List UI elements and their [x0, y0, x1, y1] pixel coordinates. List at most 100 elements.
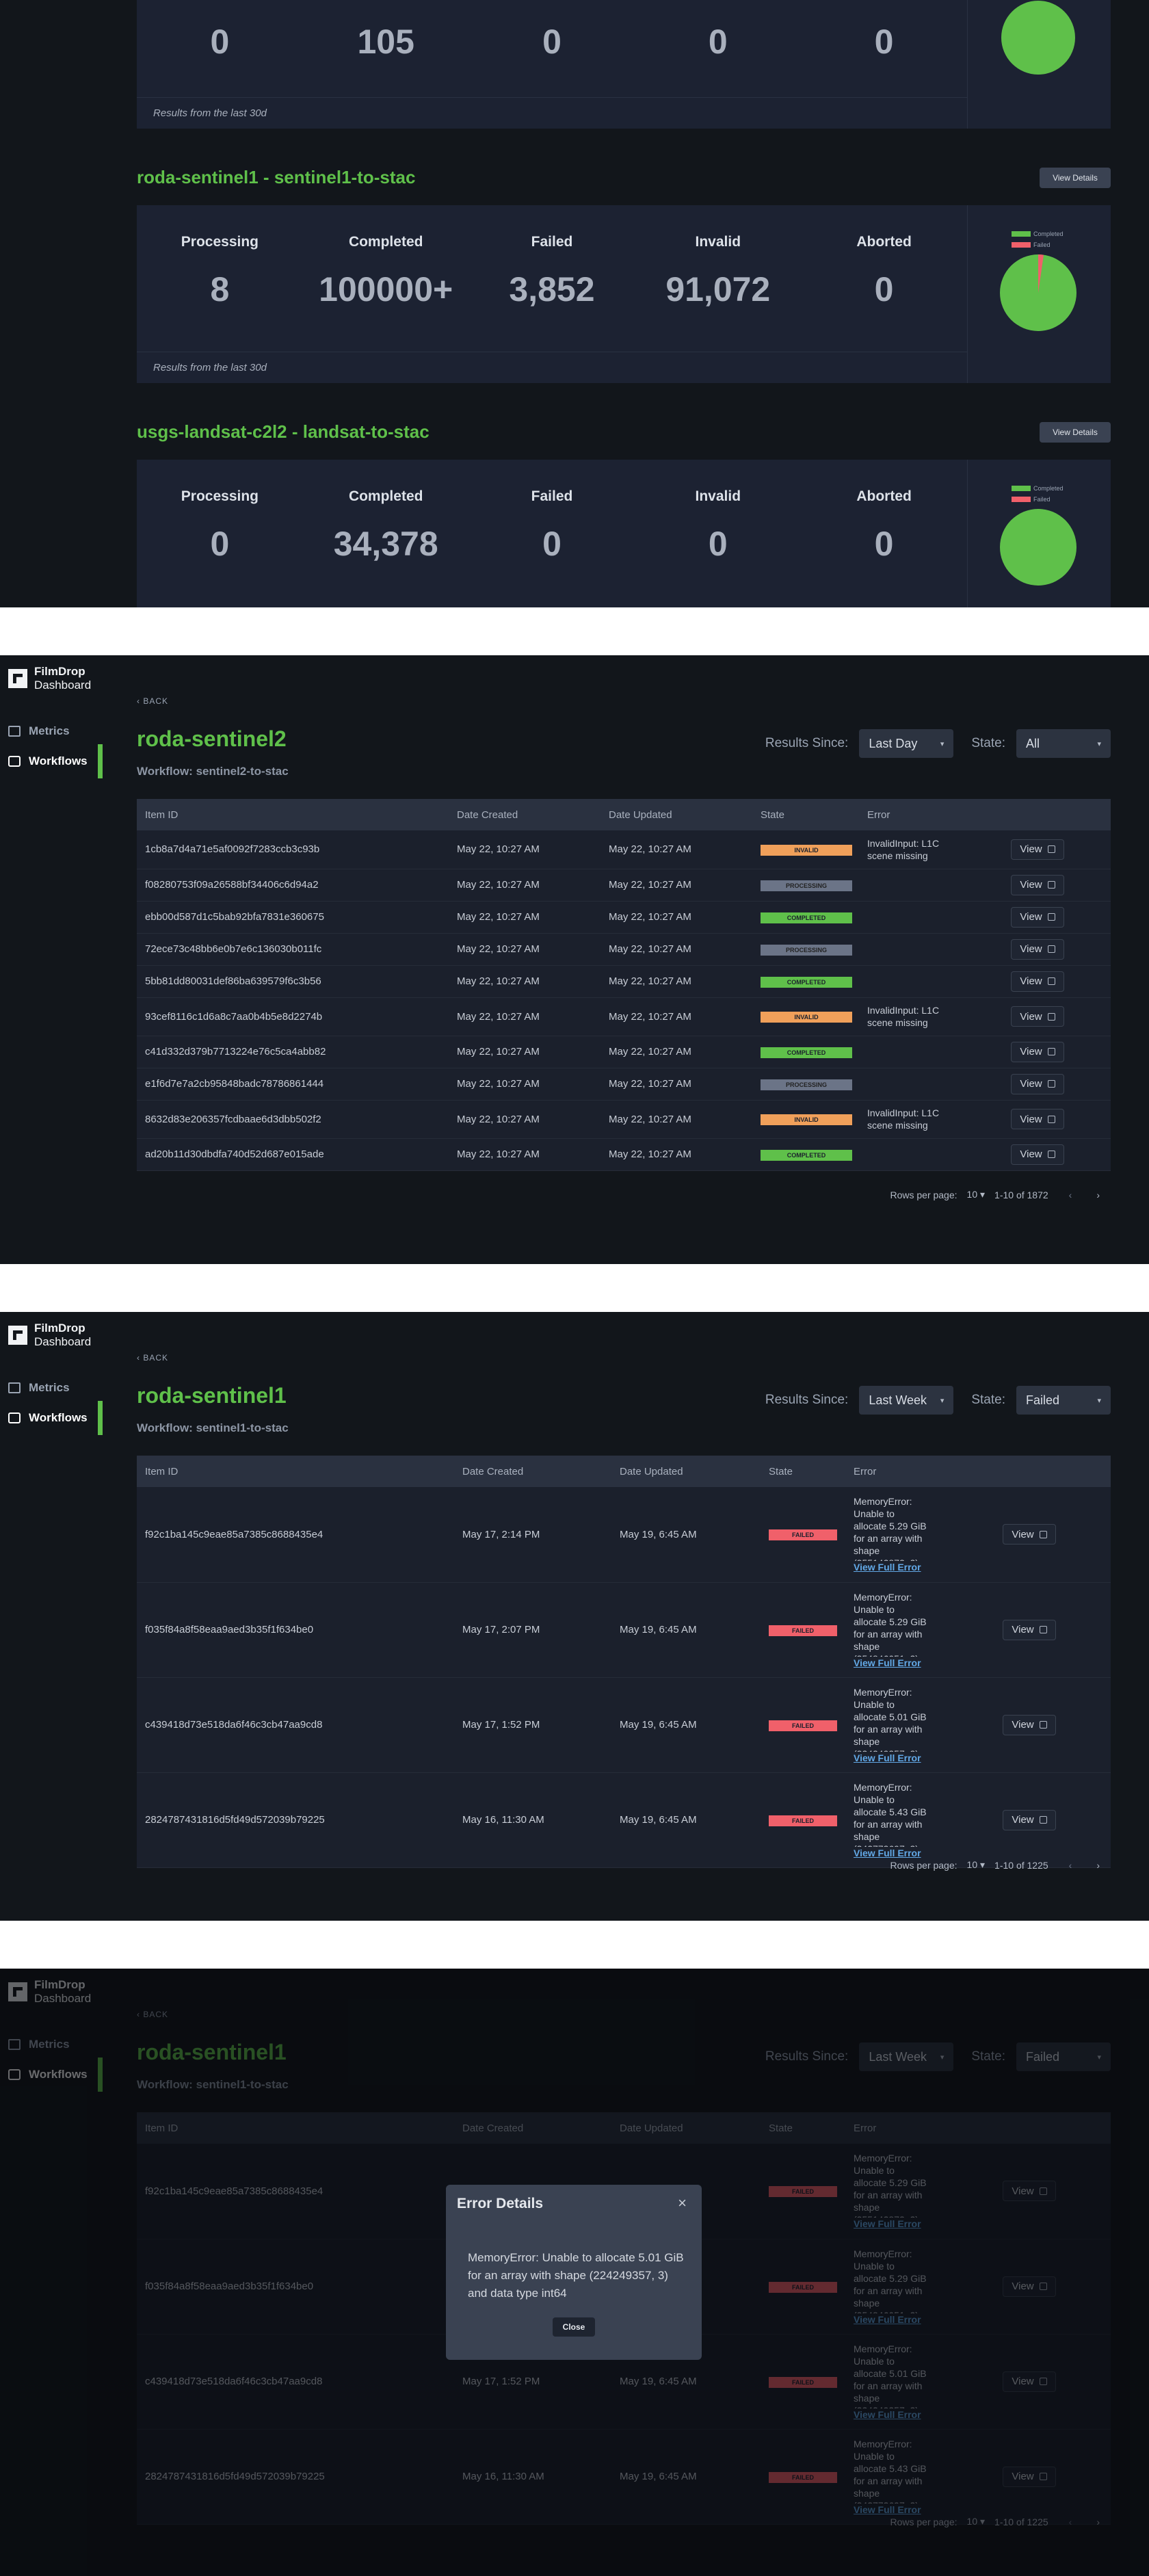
actions-cell: View [1003, 997, 1111, 1036]
table-row[interactable]: 72ece73c48bb6e0b7e6c136030b011fc May 22, … [137, 933, 1111, 966]
brand-sub: Dashboard [34, 1335, 92, 1348]
table-row[interactable]: 1cb8a7d4a71e5af0092f7283ccb3c93b May 22, … [137, 830, 1111, 869]
view-button[interactable]: View [1011, 874, 1064, 895]
view-button[interactable]: View [1011, 938, 1064, 960]
chevron-left-icon[interactable]: ‹ [1069, 1860, 1072, 1871]
rows-per-page-select[interactable]: 10 ▾ [967, 1859, 986, 1871]
error-cell: MemoryError: Unable to allocate 5.01 GiB… [845, 1677, 994, 1773]
view-button[interactable]: View [1003, 1714, 1056, 1735]
open-external-icon [1047, 881, 1055, 889]
item-id: 1cb8a7d4a71e5af0092f7283ccb3c93b [137, 830, 449, 869]
error-cell [859, 1138, 1003, 1171]
error-cell: MemoryError: Unable to allocate 5.29 GiB… [845, 1582, 994, 1678]
table-row[interactable]: f92c1ba145c9eae85a7385c8688435e4May 17, … [137, 1487, 1111, 1583]
view-button[interactable]: View [1011, 906, 1064, 928]
logo[interactable]: FilmDropDashboard [8, 665, 91, 692]
table-row[interactable]: 5bb81dd80031def86ba639579f6c3b56 May 22, … [137, 965, 1111, 998]
table-row[interactable]: 93cef8116c1d6a8c7aa0b4b5e8d2274b May 22, … [137, 997, 1111, 1036]
metrics-icon [8, 1382, 21, 1393]
back-link[interactable]: ‹ BACK [137, 1353, 168, 1363]
view-button[interactable]: View [1011, 839, 1064, 860]
view-full-error-link[interactable]: View Full Error [854, 1752, 994, 1764]
view-label: View [1020, 1046, 1042, 1057]
view-button[interactable]: View [1011, 1041, 1064, 1062]
table-row[interactable]: ad20b11d30dbdfa740d52d687e015ade May 22, … [137, 1138, 1111, 1171]
workflow-title[interactable]: roda-sentinel1 - sentinel1-to-stac [137, 167, 415, 188]
state-cell: COMPLETED [752, 1036, 859, 1068]
col-date-updated[interactable]: Date Updated [600, 799, 752, 830]
view-button[interactable]: View [1011, 1073, 1064, 1094]
col-item-id[interactable]: Item ID [137, 799, 449, 830]
date-updated: May 22, 10:27 AM [600, 1100, 752, 1139]
view-button[interactable]: View [1011, 1144, 1064, 1165]
results-since-label: Results Since: [765, 736, 849, 750]
table-row[interactable]: 2824787431816d5fd49d572039b79225May 16, … [137, 1772, 1111, 1868]
close-button[interactable]: Close [553, 2317, 595, 2337]
table-row[interactable]: c41d332d379b7713224e76c5ca4abb82 May 22, … [137, 1036, 1111, 1068]
close-icon[interactable]: × [678, 2194, 687, 2212]
nav-label: Metrics [29, 1381, 70, 1394]
table-row[interactable]: f035f84a8f58eaa9aed3b35f1f634be0May 17, … [137, 1582, 1111, 1678]
stat-value: 0 [708, 525, 728, 563]
col-date-created[interactable]: Date Created [449, 799, 600, 830]
table-row[interactable]: e1f6d7e7a2cb95848badc78786861444 May 22, … [137, 1068, 1111, 1101]
status-badge: COMPLETED [761, 912, 852, 923]
results-since-select[interactable]: Last Day ▾ [859, 729, 954, 758]
view-button[interactable]: View [1003, 1809, 1056, 1830]
view-button[interactable]: View [1011, 971, 1064, 992]
actions-cell: View [1003, 830, 1111, 869]
date-created: May 22, 10:27 AM [449, 965, 600, 998]
logo[interactable]: FilmDropDashboard [8, 1322, 91, 1349]
rows-per-page-select[interactable]: 10 ▾ [967, 1189, 986, 1200]
nav-metrics[interactable]: Metrics [8, 1371, 101, 1405]
date-created: May 22, 10:27 AM [449, 1068, 600, 1101]
error-text: MemoryError: Unable to allocate 5.43 GiB… [854, 1781, 927, 1847]
brand-name: FilmDrop [34, 665, 85, 678]
state-select[interactable]: All ▾ [1016, 729, 1111, 758]
view-button[interactable]: View [1003, 1524, 1056, 1545]
table-row[interactable]: 8632d83e206357fcdbaae6d3dbb502f2 May 22, … [137, 1100, 1111, 1139]
filmdrop-logo-icon [8, 669, 27, 688]
error-text: MemoryError: Unable to allocate 5.01 GiB… [854, 1686, 927, 1752]
state-select[interactable]: Failed ▾ [1016, 1386, 1111, 1415]
rows-per-page-value: 10 [966, 1859, 978, 1870]
view-details-button[interactable]: View Details [1040, 168, 1111, 188]
workflow-title[interactable]: usgs-landsat-c2l2 - landsat-to-stac [137, 421, 430, 443]
nav-workflows[interactable]: Workflows [8, 1401, 103, 1435]
chevron-down-icon: ▾ [1097, 1396, 1101, 1405]
error-details-modal: Error Details × MemoryError: Unable to a… [446, 2185, 702, 2360]
stat-value: 8 [210, 270, 230, 308]
back-link[interactable]: ‹ BACK [137, 696, 168, 706]
chevron-down-icon: ▾ [940, 739, 945, 748]
view-button[interactable]: View [1011, 1109, 1064, 1129]
view-button[interactable]: View [1003, 1619, 1056, 1640]
col-error[interactable]: Error [845, 1456, 994, 1487]
col-state[interactable]: State [752, 799, 859, 830]
open-external-icon [1047, 1115, 1055, 1123]
view-details-button[interactable]: View Details [1040, 422, 1111, 443]
chevron-right-icon[interactable]: › [1096, 1860, 1100, 1871]
open-external-icon [1047, 1151, 1055, 1158]
date-created: May 22, 10:27 AM [449, 997, 600, 1036]
nav-metrics[interactable]: Metrics [8, 714, 101, 748]
stat-value: 105 [357, 23, 414, 61]
date-updated: May 22, 10:27 AM [600, 965, 752, 998]
col-item-id[interactable]: Item ID [137, 1456, 454, 1487]
chevron-left-icon[interactable]: ‹ [1069, 1190, 1072, 1200]
col-error[interactable]: Error [859, 799, 1003, 830]
col-date-updated[interactable]: Date Updated [611, 1456, 761, 1487]
status-badge: PROCESSING [761, 880, 852, 891]
view-full-error-link[interactable]: View Full Error [854, 1657, 994, 1669]
view-button[interactable]: View [1011, 1006, 1064, 1027]
results-since-select[interactable]: Last Week ▾ [859, 1386, 954, 1415]
table-row[interactable]: f08280753f09a26588bf34406c6d94a2 May 22, … [137, 869, 1111, 902]
col-date-created[interactable]: Date Created [454, 1456, 611, 1487]
view-full-error-link[interactable]: View Full Error [854, 1847, 994, 1859]
state-value: Failed [1026, 1393, 1060, 1407]
col-state[interactable]: State [761, 1456, 845, 1487]
table-row[interactable]: ebb00d587d1c5bab92bfa7831e360675 May 22, … [137, 901, 1111, 934]
nav-workflows[interactable]: Workflows [8, 744, 103, 778]
chevron-right-icon[interactable]: › [1096, 1190, 1100, 1200]
view-full-error-link[interactable]: View Full Error [854, 1561, 994, 1573]
table-row[interactable]: c439418d73e518da6f46c3cb47aa9cd8May 17, … [137, 1677, 1111, 1773]
